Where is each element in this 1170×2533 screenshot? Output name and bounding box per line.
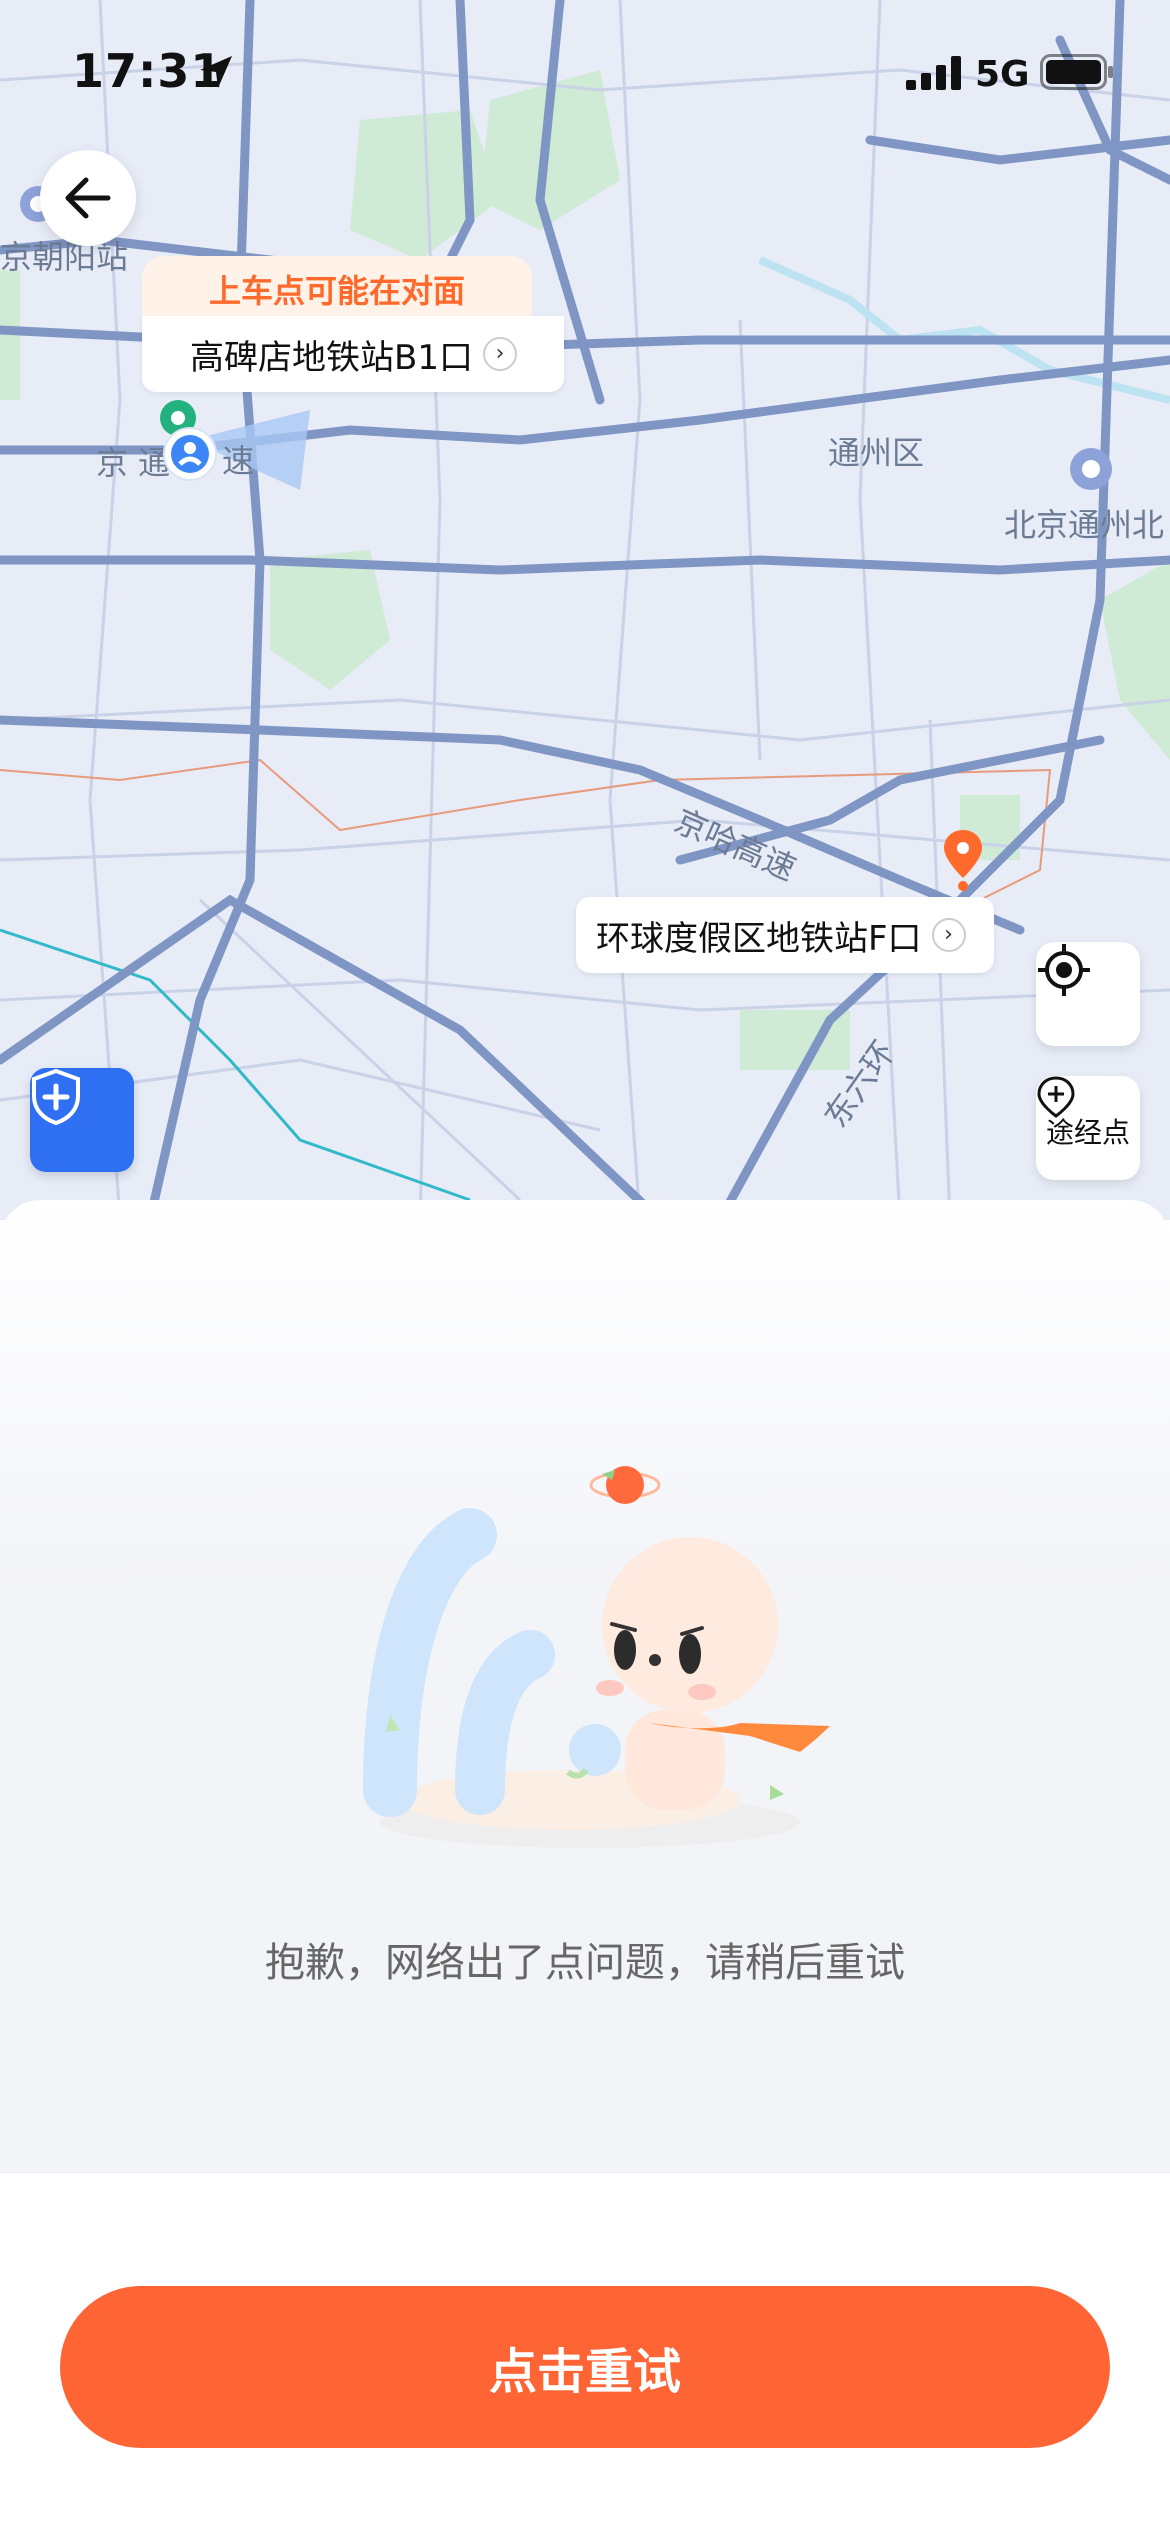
add-waypoint-button[interactable]: 途经点 xyxy=(1036,1076,1140,1180)
map-view[interactable]: 京朝阳站 通州区 北京通州北 京哈高速 东六环 京 通 速 上车点可能在对面 高… xyxy=(0,0,1170,1220)
station-icon xyxy=(1070,448,1112,490)
map-label-tongzhou: 通州区 xyxy=(828,434,925,472)
destination-location-name: 环球度假区地铁站F口 xyxy=(596,918,922,959)
locate-me-button[interactable] xyxy=(1036,942,1140,1046)
signal-icon xyxy=(906,56,961,90)
map-roads xyxy=(0,0,1170,1220)
add-waypoint-icon xyxy=(1037,1076,1075,1118)
location-arrow-icon xyxy=(200,56,232,88)
pickup-warning-tip: 上车点可能在对面 xyxy=(142,256,532,322)
network-type: 5G xyxy=(975,54,1030,95)
shield-plus-icon xyxy=(32,1068,80,1126)
back-button[interactable] xyxy=(40,150,136,246)
map-label-tongzhoubei: 北京通州北 xyxy=(1004,506,1165,544)
destination-pin-icon xyxy=(944,830,982,891)
chevron-right-icon: › xyxy=(482,337,517,371)
status-bar: 17:31 5G xyxy=(0,0,1170,150)
safety-center-button[interactable] xyxy=(30,1068,134,1172)
destination-location-card[interactable]: 环球度假区地铁站F口 › xyxy=(576,897,994,973)
chevron-right-icon: › xyxy=(931,918,966,952)
network-error-illustration xyxy=(363,1466,830,1848)
pickup-pin-icon xyxy=(160,400,217,481)
network-error-message: 抱歉，网络出了点问题，请稍后重试 xyxy=(265,1940,905,1986)
pickup-location-name: 高碑店地铁站B1口 xyxy=(190,337,473,378)
retry-button[interactable]: 点击重试 xyxy=(60,2286,1110,2448)
back-arrow-icon xyxy=(65,177,111,219)
pickup-location-card[interactable]: 高碑店地铁站B1口 › xyxy=(142,316,564,392)
locate-target-icon xyxy=(1038,944,1090,996)
battery-icon xyxy=(1040,54,1113,90)
